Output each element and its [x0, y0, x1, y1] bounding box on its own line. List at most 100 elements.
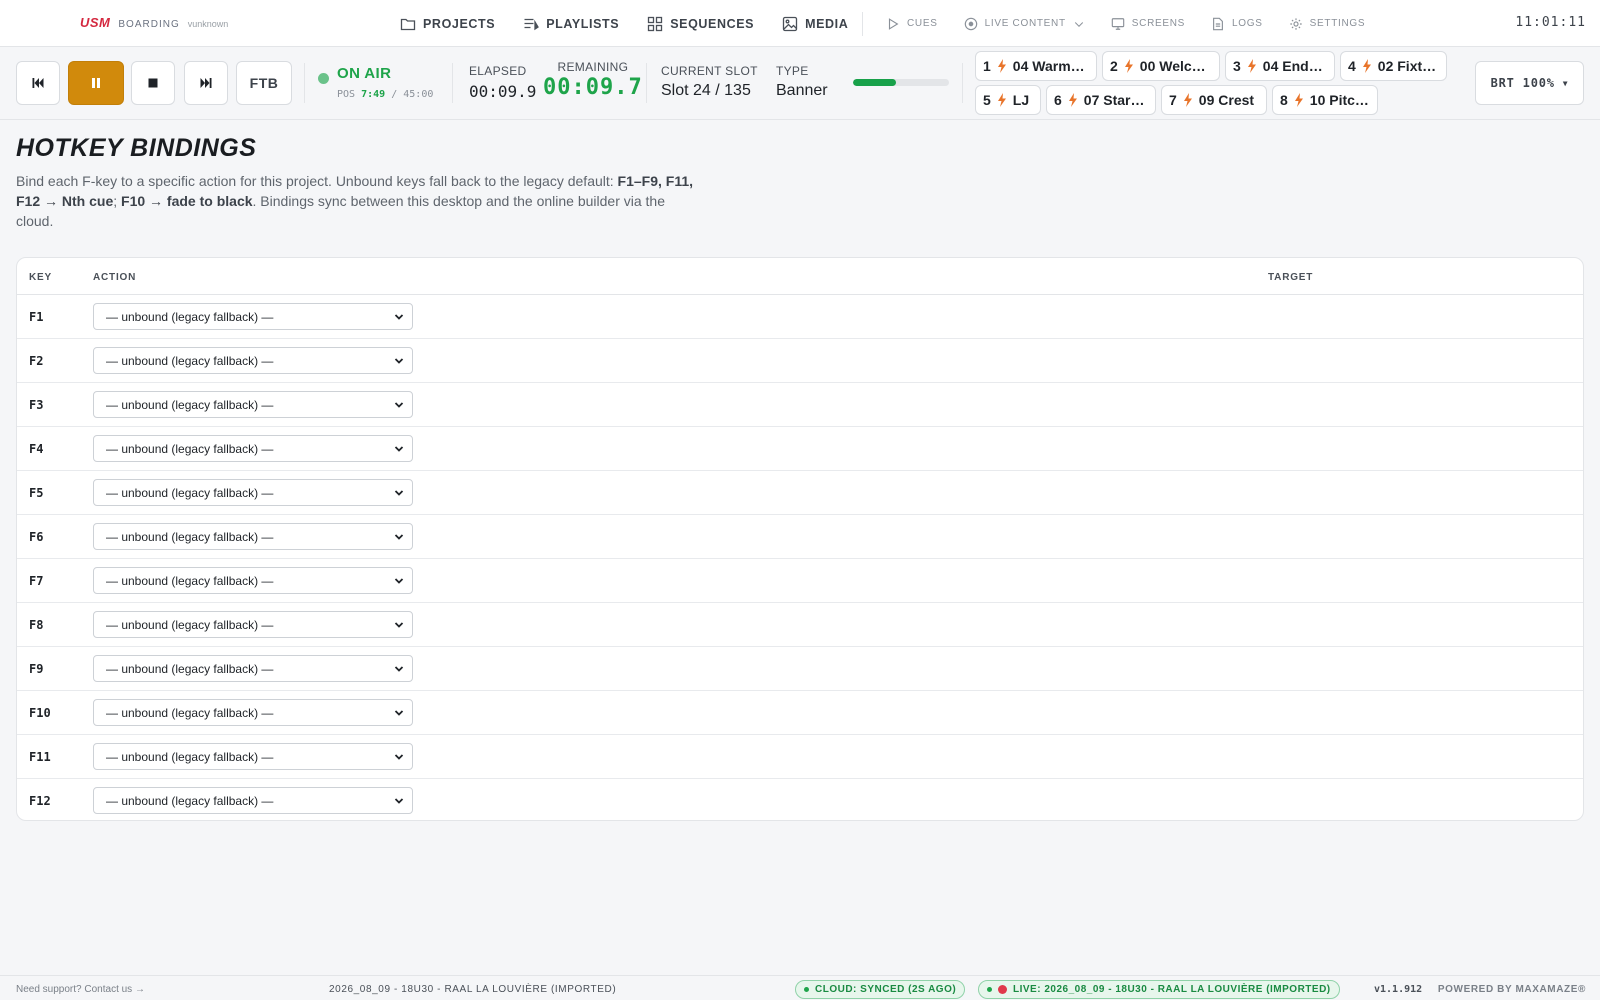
- image-icon: [782, 16, 798, 31]
- action-select[interactable]: — unbound (legacy fallback) —: [93, 347, 413, 374]
- action-select[interactable]: — unbound (legacy fallback) —: [93, 655, 413, 682]
- cue-shortcut-button[interactable]: 8 10 Pitc…: [1272, 85, 1378, 115]
- cue-shortcut-button[interactable]: 5 LJ: [975, 85, 1041, 115]
- previous-button[interactable]: [16, 61, 60, 105]
- remaining-label: REMAINING: [557, 60, 629, 74]
- live-circle-icon: [964, 17, 977, 30]
- cue-label: 04 Warm…: [1012, 58, 1085, 74]
- live-project-label: LIVE: 2026_08_09 - 18U30 - RAAL LA LOUVI…: [1013, 984, 1331, 995]
- table-header: KEY ACTION TARGET: [17, 258, 1583, 295]
- chevron-down-icon: [394, 578, 404, 584]
- cloud-sync-badge[interactable]: CLOUD: SYNCED (2S AGO): [795, 980, 966, 999]
- document-icon: [1213, 17, 1223, 30]
- nav-divider: [862, 12, 863, 36]
- header-key: KEY: [29, 272, 52, 283]
- nav-settings[interactable]: SETTINGS: [1289, 17, 1366, 31]
- status-dot: [987, 987, 992, 992]
- pause-button[interactable]: [68, 61, 124, 105]
- nav-sequences[interactable]: SEQUENCES: [647, 16, 754, 32]
- table-row: F1 — unbound (legacy fallback) —: [17, 295, 1583, 339]
- action-select[interactable]: — unbound (legacy fallback) —: [93, 435, 413, 462]
- cue-number: 1: [983, 58, 991, 74]
- on-air-label: ON AIR: [337, 65, 392, 82]
- type-label: TYPE: [776, 64, 809, 78]
- chevron-down-icon: [394, 710, 404, 716]
- cue-shortcut-button[interactable]: 6 07 Star…: [1046, 85, 1156, 115]
- cue-number: 4: [1348, 58, 1356, 74]
- footer-project-name: 2026_08_09 - 18U30 - RAAL LA LOUVIÈRE (I…: [329, 984, 617, 995]
- hotkey-label: F8: [29, 618, 44, 632]
- cue-number: 7: [1169, 92, 1177, 108]
- action-select[interactable]: — unbound (legacy fallback) —: [93, 743, 413, 770]
- hotkey-label: F3: [29, 398, 44, 412]
- action-select[interactable]: — unbound (legacy fallback) —: [93, 699, 413, 726]
- top-navigation: USM BOARDING vunknown PROJECTS PLAYLISTS…: [0, 0, 1600, 47]
- lightning-bolt-icon: [1247, 59, 1256, 73]
- cue-shortcut-button[interactable]: 1 04 Warm…: [975, 51, 1097, 81]
- lightning-bolt-icon: [997, 93, 1006, 107]
- hotkey-label: F1: [29, 310, 44, 324]
- table-row: F9 — unbound (legacy fallback) —: [17, 647, 1583, 691]
- support-link[interactable]: Need support? Contact us →: [16, 984, 145, 995]
- cue-label: 00 Welc…: [1139, 58, 1206, 74]
- nav-playlists-label: PLAYLISTS: [546, 16, 620, 31]
- lightning-bolt-icon: [1124, 59, 1133, 73]
- nav-playlists[interactable]: PLAYLISTS: [523, 16, 619, 32]
- current-slot-label: CURRENT SLOT: [661, 64, 758, 78]
- table-row: F11 — unbound (legacy fallback) —: [17, 735, 1583, 779]
- nav-logs[interactable]: LOGS: [1211, 17, 1263, 31]
- gear-icon: [1289, 17, 1302, 30]
- action-select[interactable]: — unbound (legacy fallback) —: [93, 523, 413, 550]
- nav-media-label: MEDIA: [805, 16, 849, 31]
- nav-screens[interactable]: SCREENS: [1111, 17, 1185, 31]
- brightness-dropdown[interactable]: BRT 100% ▼: [1475, 61, 1584, 105]
- action-select[interactable]: — unbound (legacy fallback) —: [93, 787, 413, 814]
- nav-live-content-label: LIVE CONTENT: [984, 18, 1066, 29]
- action-select-value: — unbound (legacy fallback) —: [106, 353, 274, 368]
- nav-screens-label: SCREENS: [1131, 18, 1186, 29]
- action-select[interactable]: — unbound (legacy fallback) —: [93, 567, 413, 594]
- status-dot: [804, 987, 809, 992]
- live-project-badge[interactable]: LIVE: 2026_08_09 - 18U30 - RAAL LA LOUVI…: [978, 980, 1340, 999]
- cue-label: LJ: [1012, 92, 1030, 108]
- cue-shortcut-button[interactable]: 4 02 Fixt…: [1340, 51, 1447, 81]
- cue-shortcut-button[interactable]: 3 04 End…: [1225, 51, 1335, 81]
- position-readout: POS 7:49 / 45:00: [337, 89, 433, 100]
- next-button[interactable]: [184, 61, 228, 105]
- lightning-bolt-icon: [1362, 59, 1371, 73]
- nav-projects[interactable]: PROJECTS: [400, 16, 495, 32]
- main-nav: PROJECTS PLAYLISTS SEQUENCES MEDIA: [400, 0, 848, 47]
- elapsed-stat: ELAPSED 00:09.9: [469, 64, 536, 101]
- cue-shortcut-button[interactable]: 2 00 Welc…: [1102, 51, 1220, 81]
- powered-by: POWERED BY MAXAMAZE®: [1437, 984, 1586, 995]
- table-row: F5 — unbound (legacy fallback) —: [17, 471, 1583, 515]
- stop-button[interactable]: [131, 61, 175, 105]
- action-select[interactable]: — unbound (legacy fallback) —: [93, 391, 413, 418]
- lightning-bolt-icon: [1294, 93, 1303, 107]
- type-stat: TYPE Banner: [776, 64, 828, 100]
- nav-live-content[interactable]: LIVE CONTENT: [964, 17, 1085, 31]
- action-select[interactable]: — unbound (legacy fallback) —: [93, 303, 413, 330]
- action-select[interactable]: — unbound (legacy fallback) —: [93, 479, 413, 506]
- action-select-value: — unbound (legacy fallback) —: [106, 705, 274, 720]
- live-record-icon: [998, 985, 1007, 994]
- table-body: F1 — unbound (legacy fallback) — F2 — unbou…: [17, 295, 1583, 820]
- pause-icon: [92, 78, 100, 88]
- cue-label: 04 End…: [1262, 58, 1323, 74]
- nav-media[interactable]: MEDIA: [782, 16, 848, 32]
- chevron-down-icon: [394, 666, 404, 672]
- fade-to-black-button[interactable]: FTB: [236, 61, 292, 105]
- stop-icon: [148, 78, 158, 88]
- playlist-icon: [524, 18, 540, 30]
- chevron-down-icon: [394, 490, 404, 496]
- position-label: POS: [337, 89, 356, 100]
- table-row: F7 — unbound (legacy fallback) —: [17, 559, 1583, 603]
- transport-divider: [646, 63, 647, 103]
- folder-icon: [400, 18, 416, 30]
- brand[interactable]: USM BOARDING vunknown: [80, 15, 228, 30]
- nav-logs-label: LOGS: [1232, 18, 1263, 29]
- cue-shortcut-button[interactable]: 7 09 Crest: [1161, 85, 1267, 115]
- nav-cues[interactable]: CUES: [886, 17, 938, 31]
- action-select[interactable]: — unbound (legacy fallback) —: [93, 611, 413, 638]
- footer: Need support? Contact us → 2026_08_09 - …: [0, 975, 1600, 1000]
